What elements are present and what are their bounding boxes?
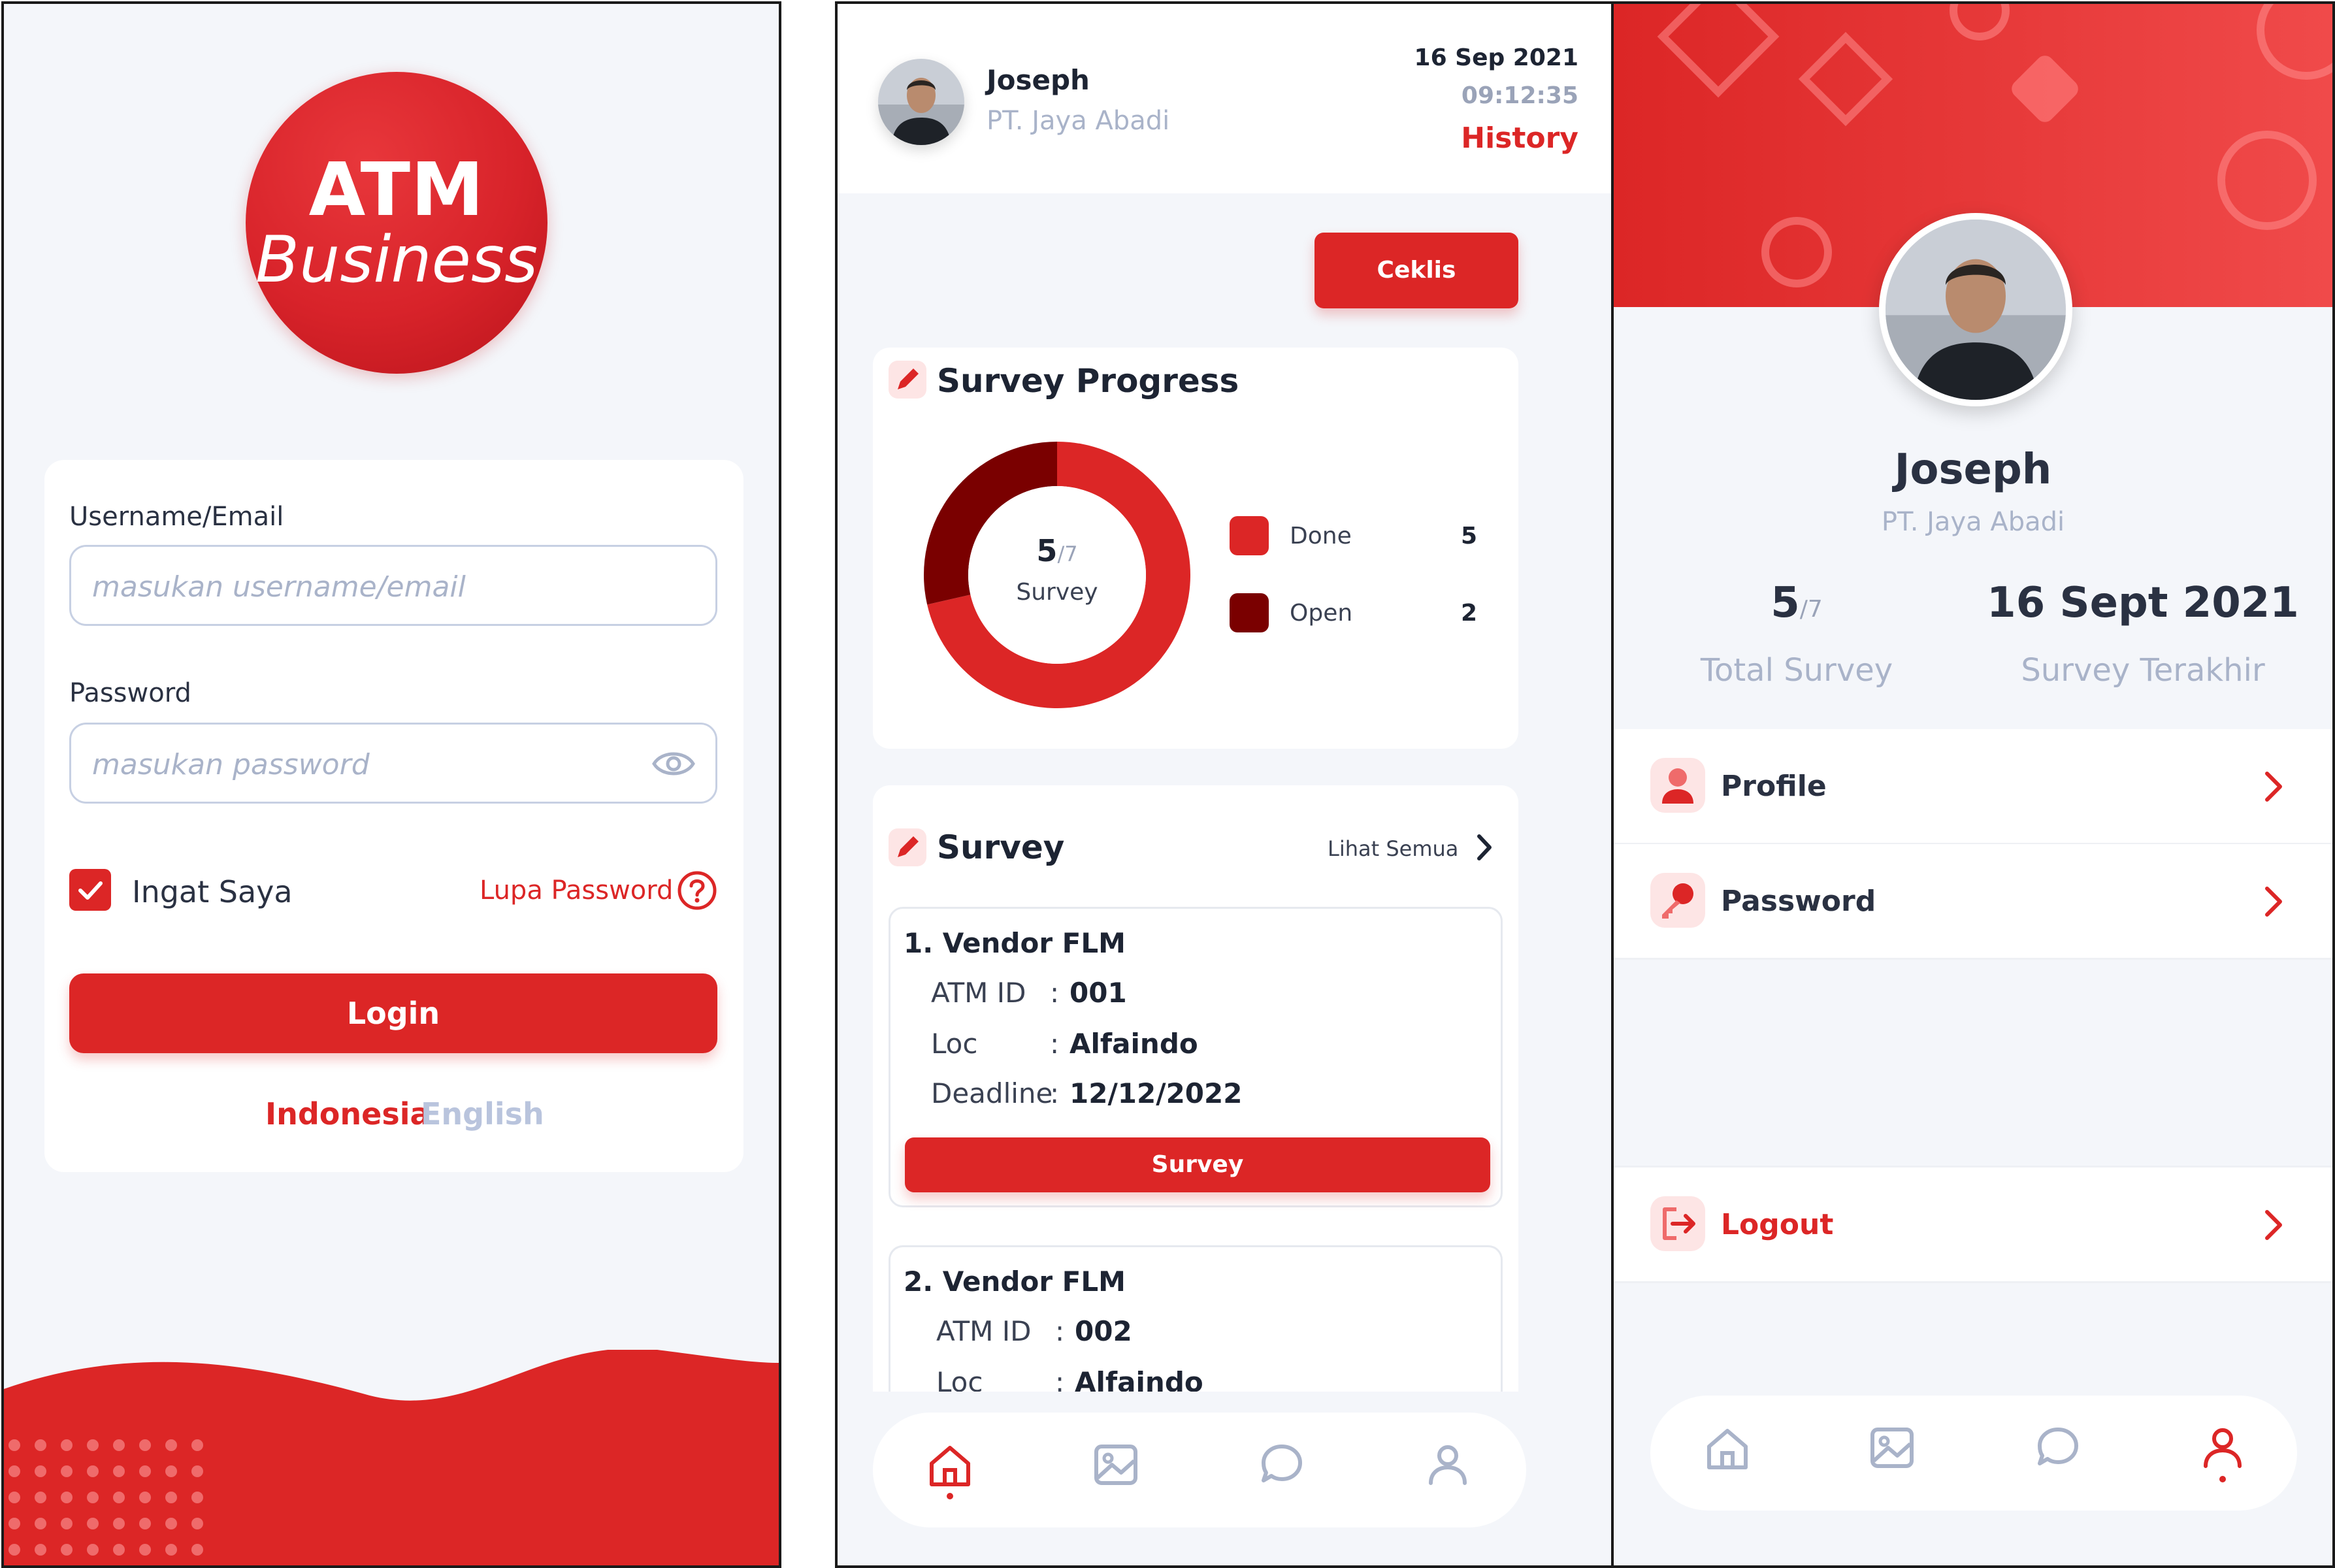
user-photo bbox=[1886, 220, 2066, 400]
profile-menu-icon bbox=[1650, 758, 1705, 813]
last-survey-date: 16 Sept 2021 bbox=[1987, 579, 2299, 627]
remember-checkbox[interactable] bbox=[69, 869, 111, 911]
menu-label-profile: Profile bbox=[1721, 770, 1827, 803]
legend-swatch-open bbox=[1230, 593, 1269, 632]
profile-avatar[interactable] bbox=[1879, 213, 2072, 406]
avatar[interactable] bbox=[878, 59, 964, 145]
chevron-right-icon[interactable] bbox=[1473, 832, 1496, 862]
legend-label-open: Open bbox=[1290, 600, 1353, 627]
user-photo bbox=[878, 59, 964, 145]
progress-title: Survey Progress bbox=[937, 362, 1239, 400]
legend-label-done: Done bbox=[1290, 523, 1352, 549]
lang-indonesia[interactable]: Indonesia bbox=[265, 1096, 431, 1132]
decorative-dots bbox=[8, 1439, 203, 1556]
user-icon[interactable] bbox=[1424, 1441, 1471, 1488]
donut-hole bbox=[968, 486, 1146, 664]
logo-text-atm: ATM bbox=[308, 148, 485, 233]
logout-menu-icon bbox=[1650, 1196, 1705, 1251]
username-label: Username/Email bbox=[69, 502, 284, 532]
donut-center-total: /7 bbox=[1057, 542, 1078, 566]
password-placeholder: masukan password bbox=[92, 748, 370, 781]
password-label: Password bbox=[69, 678, 191, 708]
eye-icon[interactable] bbox=[651, 747, 696, 781]
lang-english[interactable]: English bbox=[421, 1096, 544, 1132]
current-time: 09:12:35 bbox=[1461, 82, 1578, 109]
dashboard-screen: Joseph PT. Jaya Abadi 16 Sep 2021 09:12:… bbox=[835, 1, 1615, 1568]
chevron-right-icon bbox=[2265, 887, 2282, 917]
username-field[interactable]: masukan username/email bbox=[69, 545, 717, 626]
username-placeholder: masukan username/email bbox=[92, 570, 466, 604]
user-name: Joseph bbox=[987, 64, 1090, 96]
profile-name: Joseph bbox=[1894, 446, 2052, 494]
loc-value: Alfaindo bbox=[1070, 1028, 1198, 1060]
donut-center-count: 5 bbox=[1036, 533, 1058, 568]
progress-donut-chart bbox=[924, 442, 1190, 708]
company-name: PT. Jaya Abadi bbox=[987, 106, 1170, 136]
loc-label: Loc bbox=[931, 1028, 978, 1060]
menu-label-password: Password bbox=[1721, 885, 1876, 918]
colon: : bbox=[1050, 1077, 1060, 1109]
login-button[interactable]: Login bbox=[69, 973, 717, 1053]
last-survey-label: Survey Terakhir bbox=[2021, 652, 2265, 689]
bottom-nav bbox=[1650, 1396, 2297, 1511]
remember-label: Ingat Saya bbox=[132, 874, 293, 909]
image-icon[interactable] bbox=[1092, 1441, 1139, 1488]
history-link[interactable]: History bbox=[1461, 122, 1578, 155]
chat-icon[interactable] bbox=[1258, 1441, 1305, 1488]
total-survey-of: /7 bbox=[1799, 596, 1823, 623]
total-survey-value: 5/7 bbox=[1679, 579, 1914, 627]
user-icon[interactable] bbox=[2199, 1424, 2246, 1483]
deadline-value: 12/12/2022 bbox=[1070, 1077, 1243, 1109]
survey-title: 1. Vendor FLM bbox=[904, 927, 1126, 959]
profile-company: PT. Jaya Abadi bbox=[1881, 507, 2065, 537]
deadline-label: Deadline bbox=[931, 1077, 1053, 1109]
login-screen: ATM Business Username/Email masukan user… bbox=[1, 1, 781, 1568]
total-survey-count: 5 bbox=[1771, 579, 1800, 627]
survey-button[interactable]: Survey bbox=[905, 1137, 1490, 1192]
legend-value-done: 5 bbox=[1461, 523, 1478, 549]
home-icon[interactable] bbox=[926, 1441, 973, 1500]
profile-screen: Joseph PT. Jaya Abadi 5/7 Total Survey 1… bbox=[1611, 1, 2335, 1568]
password-menu-icon bbox=[1650, 873, 1705, 928]
total-survey-label: Total Survey bbox=[1700, 652, 1893, 689]
pencil-icon bbox=[889, 361, 926, 399]
person-icon bbox=[1662, 768, 1693, 804]
see-all-link[interactable]: Lihat Semua bbox=[1328, 836, 1458, 861]
chat-icon[interactable] bbox=[2034, 1424, 2082, 1471]
menu-item-logout[interactable]: Logout bbox=[1614, 1166, 2332, 1283]
atm-id-value: 002 bbox=[1075, 1315, 1132, 1347]
key-icon bbox=[1662, 883, 1693, 919]
ceklis-button[interactable]: Ceklis bbox=[1314, 233, 1518, 308]
survey-title: 2. Vendor FLM bbox=[904, 1266, 1126, 1298]
menu-item-profile[interactable]: Profile bbox=[1614, 729, 2332, 845]
image-icon[interactable] bbox=[1869, 1424, 1916, 1471]
menu-item-password[interactable]: Password bbox=[1614, 844, 2332, 960]
atm-id-label: ATM ID bbox=[931, 977, 1026, 1009]
atm-id-value: 001 bbox=[1070, 977, 1127, 1009]
help-icon[interactable] bbox=[677, 870, 717, 911]
legend-value-open: 2 bbox=[1461, 600, 1478, 627]
check-icon bbox=[78, 881, 103, 900]
logo-text-business: Business bbox=[255, 223, 538, 297]
pencil-icon bbox=[889, 828, 926, 866]
forgot-password-link[interactable]: Lupa Password bbox=[480, 875, 673, 906]
colon: : bbox=[1055, 1315, 1065, 1347]
current-date: 16 Sep 2021 bbox=[1414, 44, 1578, 71]
donut-center-label: Survey bbox=[1016, 579, 1098, 606]
survey-card: 1. Vendor FLM ATM ID : 001 Loc : Alfaind… bbox=[889, 907, 1503, 1207]
chevron-right-icon bbox=[2265, 1210, 2282, 1240]
menu-label-logout: Logout bbox=[1721, 1208, 1834, 1241]
home-icon[interactable] bbox=[1704, 1424, 1751, 1471]
donut-center-value: 5/7 bbox=[920, 533, 1194, 568]
chevron-right-icon bbox=[2265, 772, 2282, 802]
legend-swatch-done bbox=[1230, 516, 1269, 555]
logout-icon bbox=[1663, 1207, 1695, 1240]
bottom-nav bbox=[873, 1413, 1526, 1527]
atm-id-label: ATM ID bbox=[936, 1315, 1032, 1347]
colon: : bbox=[1050, 1028, 1060, 1060]
survey-section-title: Survey bbox=[937, 828, 1065, 866]
password-field[interactable]: masukan password bbox=[69, 723, 717, 804]
colon: : bbox=[1050, 977, 1060, 1009]
